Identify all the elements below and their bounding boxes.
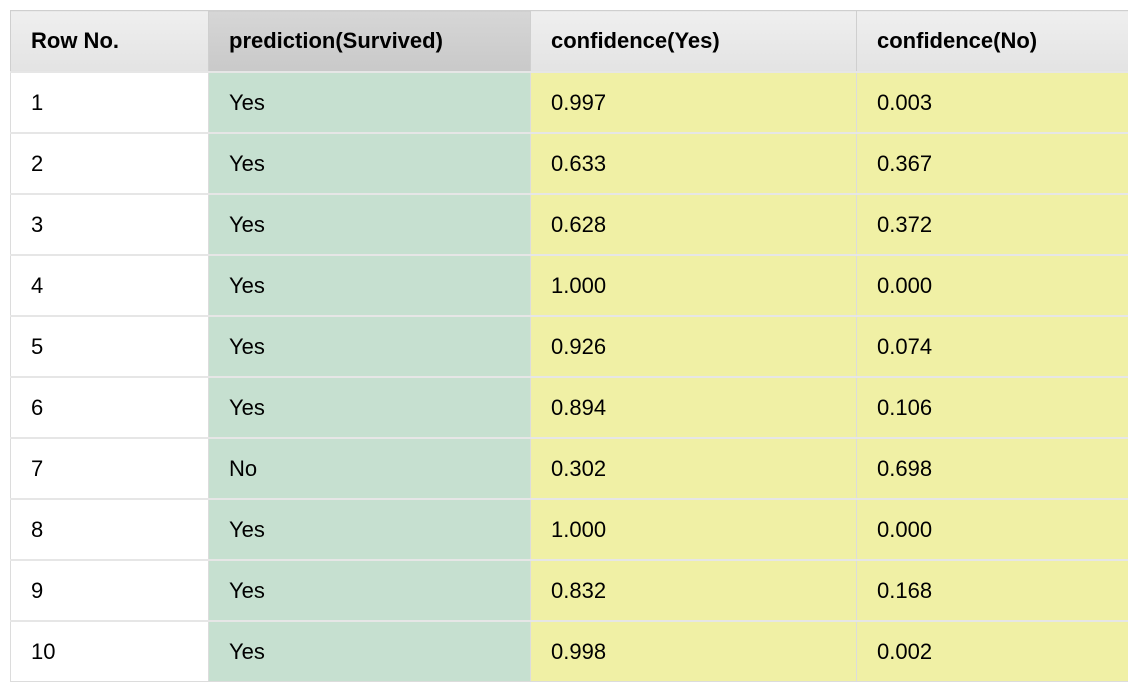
table-header: Row No. prediction(Survived) confidence(… bbox=[11, 11, 1128, 73]
cell-confidence-yes[interactable]: 0.302 bbox=[531, 438, 857, 499]
cell-confidence-yes[interactable]: 0.926 bbox=[531, 316, 857, 377]
table-row[interactable]: 3 Yes 0.628 0.372 bbox=[11, 194, 1128, 255]
cell-row-no[interactable]: 4 bbox=[11, 255, 209, 316]
cell-confidence-yes[interactable]: 0.832 bbox=[531, 560, 857, 621]
table-row[interactable]: 8 Yes 1.000 0.000 bbox=[11, 499, 1128, 560]
cell-confidence-no[interactable]: 0.168 bbox=[857, 560, 1128, 621]
cell-confidence-yes[interactable]: 0.998 bbox=[531, 621, 857, 682]
cell-confidence-yes[interactable]: 1.000 bbox=[531, 255, 857, 316]
table-row[interactable]: 4 Yes 1.000 0.000 bbox=[11, 255, 1128, 316]
cell-confidence-yes[interactable]: 0.628 bbox=[531, 194, 857, 255]
cell-row-no[interactable]: 6 bbox=[11, 377, 209, 438]
cell-confidence-yes[interactable]: 1.000 bbox=[531, 499, 857, 560]
column-header-prediction[interactable]: prediction(Survived) bbox=[209, 11, 531, 73]
cell-row-no[interactable]: 2 bbox=[11, 133, 209, 194]
cell-prediction[interactable]: Yes bbox=[209, 377, 531, 438]
cell-prediction[interactable]: Yes bbox=[209, 255, 531, 316]
cell-prediction[interactable]: Yes bbox=[209, 499, 531, 560]
cell-prediction[interactable]: No bbox=[209, 438, 531, 499]
column-header-confidence-no[interactable]: confidence(No) bbox=[857, 11, 1128, 73]
cell-confidence-no[interactable]: 0.698 bbox=[857, 438, 1128, 499]
cell-prediction[interactable]: Yes bbox=[209, 560, 531, 621]
cell-prediction[interactable]: Yes bbox=[209, 621, 531, 682]
cell-prediction[interactable]: Yes bbox=[209, 194, 531, 255]
column-header-confidence-yes[interactable]: confidence(Yes) bbox=[531, 11, 857, 73]
table-row[interactable]: 6 Yes 0.894 0.106 bbox=[11, 377, 1128, 438]
cell-confidence-no[interactable]: 0.372 bbox=[857, 194, 1128, 255]
cell-prediction[interactable]: Yes bbox=[209, 72, 531, 133]
cell-confidence-no[interactable]: 0.106 bbox=[857, 377, 1128, 438]
cell-row-no[interactable]: 3 bbox=[11, 194, 209, 255]
table-row[interactable]: 5 Yes 0.926 0.074 bbox=[11, 316, 1128, 377]
cell-confidence-no[interactable]: 0.074 bbox=[857, 316, 1128, 377]
column-header-row-no[interactable]: Row No. bbox=[11, 11, 209, 73]
cell-row-no[interactable]: 1 bbox=[11, 72, 209, 133]
table-body: 1 Yes 0.997 0.003 2 Yes 0.633 0.367 3 Ye… bbox=[11, 72, 1128, 682]
cell-confidence-no[interactable]: 0.000 bbox=[857, 499, 1128, 560]
cell-prediction[interactable]: Yes bbox=[209, 133, 531, 194]
table-row[interactable]: 10 Yes 0.998 0.002 bbox=[11, 621, 1128, 682]
cell-row-no[interactable]: 5 bbox=[11, 316, 209, 377]
cell-confidence-yes[interactable]: 0.633 bbox=[531, 133, 857, 194]
cell-row-no[interactable]: 7 bbox=[11, 438, 209, 499]
cell-confidence-yes[interactable]: 0.894 bbox=[531, 377, 857, 438]
cell-confidence-no[interactable]: 0.002 bbox=[857, 621, 1128, 682]
cell-confidence-no[interactable]: 0.367 bbox=[857, 133, 1128, 194]
table-row[interactable]: 7 No 0.302 0.698 bbox=[11, 438, 1128, 499]
results-table: Row No. prediction(Survived) confidence(… bbox=[10, 10, 1128, 682]
table-row[interactable]: 9 Yes 0.832 0.168 bbox=[11, 560, 1128, 621]
cell-confidence-no[interactable]: 0.000 bbox=[857, 255, 1128, 316]
cell-confidence-no[interactable]: 0.003 bbox=[857, 72, 1128, 133]
cell-confidence-yes[interactable]: 0.997 bbox=[531, 72, 857, 133]
table-row[interactable]: 1 Yes 0.997 0.003 bbox=[11, 72, 1128, 133]
cell-row-no[interactable]: 8 bbox=[11, 499, 209, 560]
cell-row-no[interactable]: 10 bbox=[11, 621, 209, 682]
table-row[interactable]: 2 Yes 0.633 0.367 bbox=[11, 133, 1128, 194]
cell-row-no[interactable]: 9 bbox=[11, 560, 209, 621]
header-row: Row No. prediction(Survived) confidence(… bbox=[11, 11, 1128, 73]
cell-prediction[interactable]: Yes bbox=[209, 316, 531, 377]
